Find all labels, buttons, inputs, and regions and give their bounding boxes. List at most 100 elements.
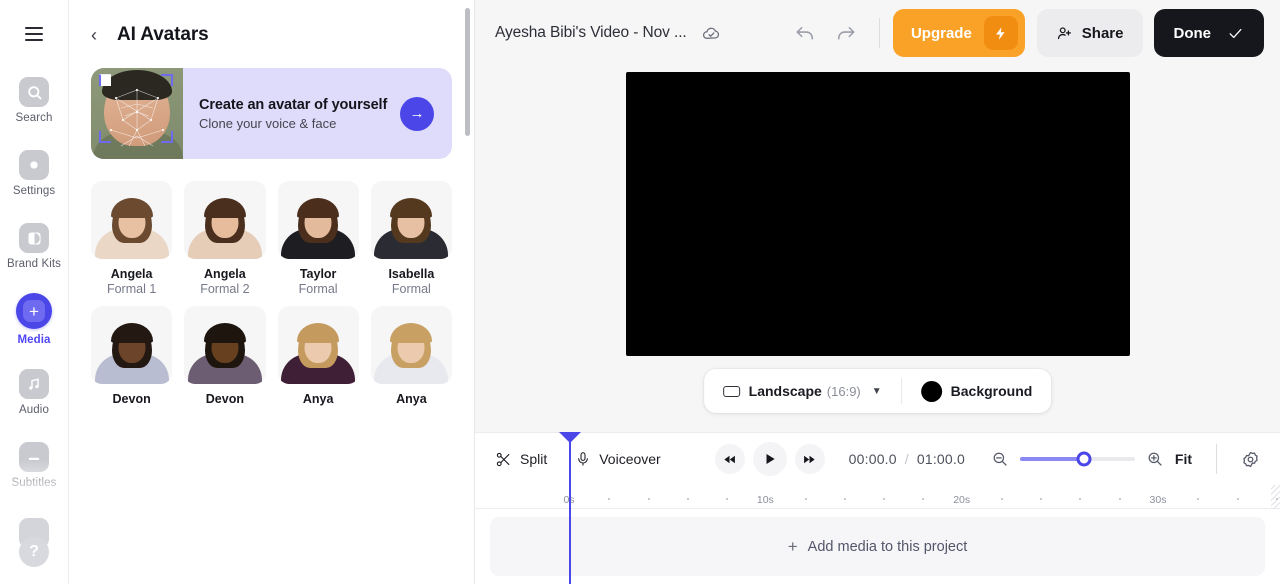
- ruler-end-hatch: [1271, 485, 1280, 509]
- create-avatar-banner[interactable]: Create an avatar of yourself Clone your …: [91, 68, 452, 159]
- play-icon[interactable]: [752, 442, 787, 476]
- upgrade-button[interactable]: Upgrade: [892, 9, 1025, 57]
- chevron-left-icon[interactable]: ‹: [91, 26, 105, 44]
- subtitles-icon: [19, 442, 49, 472]
- avatar-card[interactable]: Angela Formal 1: [91, 181, 173, 296]
- voiceover-button[interactable]: Voiceover: [575, 451, 688, 467]
- timeline-settings-icon[interactable]: [1241, 450, 1260, 469]
- ruler-tick-label: 20s: [953, 494, 971, 506]
- background-label: Background: [950, 383, 1033, 399]
- timeline-toolbar-divider: [1216, 444, 1218, 474]
- zoom-controls: Fit: [991, 444, 1260, 474]
- background-selector[interactable]: Background: [902, 369, 1052, 413]
- editor-stage: Ayesha Bibi's Video - Nov ... Upgrade Sh…: [475, 0, 1280, 584]
- avatar-variant: Formal: [391, 282, 431, 296]
- avatar-grid: Angela Formal 1 Angela Formal 2 Taylor Formal…: [69, 159, 474, 406]
- done-label: Done: [1173, 24, 1212, 42]
- avatar-card[interactable]: Taylor Formal: [277, 181, 359, 296]
- panel-scrollbar-thumb[interactable]: [465, 8, 470, 136]
- zoom-slider-knob[interactable]: [1076, 451, 1092, 467]
- banner-title: Create an avatar of yourself: [199, 96, 388, 113]
- avatar-name: Devon: [205, 392, 244, 406]
- avatar-name: Angela: [110, 267, 153, 281]
- avatar-card[interactable]: Angela Formal 2: [184, 181, 266, 296]
- banner-subtitle: Clone your voice & face: [199, 115, 337, 131]
- sidebar-item-audio[interactable]: Audio: [0, 356, 69, 429]
- add-media-label: Add media to this project: [807, 538, 968, 555]
- ruler-minor-tick: [922, 498, 925, 500]
- split-label: Split: [520, 451, 548, 467]
- ruler-minor-tick: [647, 498, 650, 500]
- cloud-check-icon[interactable]: [701, 23, 722, 44]
- ruler-minor-tick: [608, 498, 611, 500]
- split-button[interactable]: Split: [495, 451, 575, 468]
- hamburger-icon[interactable]: [20, 20, 48, 48]
- sidebar-item-subtitles[interactable]: Subtitles: [0, 429, 69, 502]
- ruler-tick-label: 30s: [1149, 494, 1167, 506]
- avatar-card[interactable]: Devon: [184, 306, 266, 406]
- fast-forward-icon[interactable]: [794, 444, 825, 474]
- ruler-minor-tick: [1040, 498, 1043, 500]
- microphone-icon: [578, 452, 589, 466]
- ruler-minor-tick: [1079, 498, 1082, 500]
- timeline: Split Voiceover 00:00.0 / 01:00.0 Fit 10…: [475, 432, 1280, 584]
- plus-circle-icon: +: [16, 293, 52, 329]
- scissors-icon: [496, 452, 510, 466]
- avatar-name: Isabella: [388, 267, 435, 281]
- ruler-minor-tick: [1118, 498, 1121, 500]
- avatar-preview-image: [91, 68, 183, 159]
- redo-icon[interactable]: [826, 16, 866, 50]
- avatars-panel-scrollarea: ‹ AI Avatars Create an avatar of yoursel…: [69, 0, 474, 430]
- time-display: 00:00.0 / 01:00.0: [849, 451, 965, 467]
- avatar-name: Devon: [112, 392, 151, 406]
- aspect-ratio-selector[interactable]: Landscape (16:9) ▼: [704, 369, 901, 413]
- avatar-variant: Formal 1: [106, 282, 157, 296]
- add-media-dropzone[interactable]: + Add media to this project: [490, 517, 1265, 576]
- zoom-slider-fill: [1019, 457, 1085, 461]
- help-icon[interactable]: ?: [19, 537, 49, 567]
- plus-icon: +: [787, 536, 798, 556]
- video-preview[interactable]: [625, 72, 1130, 356]
- done-button[interactable]: Done: [1153, 9, 1264, 57]
- zoom-slider[interactable]: [1019, 451, 1135, 467]
- panel-header: ‹ AI Avatars: [69, 0, 474, 46]
- sidebar-item-search[interactable]: Search: [0, 64, 69, 137]
- ruler-minor-tick: [1236, 498, 1239, 500]
- ruler-minor-tick: [1197, 498, 1200, 500]
- sidebar-item-media[interactable]: + Media: [0, 283, 69, 356]
- fit-button[interactable]: Fit: [1175, 451, 1192, 467]
- avatar-card[interactable]: Anya: [277, 306, 359, 406]
- sidebar-label-brand-kits: Brand Kits: [6, 258, 62, 270]
- timeline-ruler[interactable]: 0s10s20s30s40s50s1m: [475, 485, 1280, 509]
- gear-icon: [19, 150, 49, 180]
- zoom-in-icon[interactable]: [1146, 450, 1164, 468]
- video-editor-app: Search Settings Brand Kits + Media Audio…: [0, 0, 1280, 584]
- avatar-name: Anya: [396, 392, 427, 406]
- zoom-out-icon[interactable]: [991, 450, 1009, 468]
- arrow-right-icon[interactable]: →: [400, 96, 434, 131]
- sidebar-item-brand-kits[interactable]: Brand Kits: [0, 210, 69, 283]
- playhead[interactable]: [559, 432, 581, 584]
- undo-icon[interactable]: [786, 16, 826, 50]
- current-time: 00:00.0: [848, 451, 897, 467]
- time-separator: /: [904, 451, 909, 467]
- background-color-swatch: [920, 380, 942, 402]
- timeline-tracks: + Add media to this project: [475, 509, 1280, 584]
- sidebar-item-settings[interactable]: Settings: [0, 137, 69, 210]
- avatar-variant: Formal 2: [200, 282, 250, 296]
- rewind-icon[interactable]: [714, 444, 745, 474]
- upgrade-label: Upgrade: [910, 24, 972, 42]
- avatar-card[interactable]: Anya: [370, 306, 452, 406]
- banner-text: Create an avatar of yourself Clone your …: [183, 97, 400, 131]
- share-button[interactable]: Share: [1036, 9, 1143, 57]
- avatar-card[interactable]: Isabella Formal: [370, 181, 452, 296]
- avatar-thumbnail: [91, 181, 173, 259]
- plus-glyph: +: [23, 300, 45, 322]
- sidebar-label-search: Search: [15, 112, 53, 124]
- ruler-minor-tick: [1275, 498, 1278, 500]
- avatar-name: Taylor: [299, 267, 337, 281]
- avatar-card[interactable]: Devon: [91, 306, 173, 406]
- ruler-tick-label: 10s: [756, 494, 774, 506]
- document-title[interactable]: Ayesha Bibi's Video - Nov ...: [495, 24, 687, 42]
- music-note-icon: [19, 369, 49, 399]
